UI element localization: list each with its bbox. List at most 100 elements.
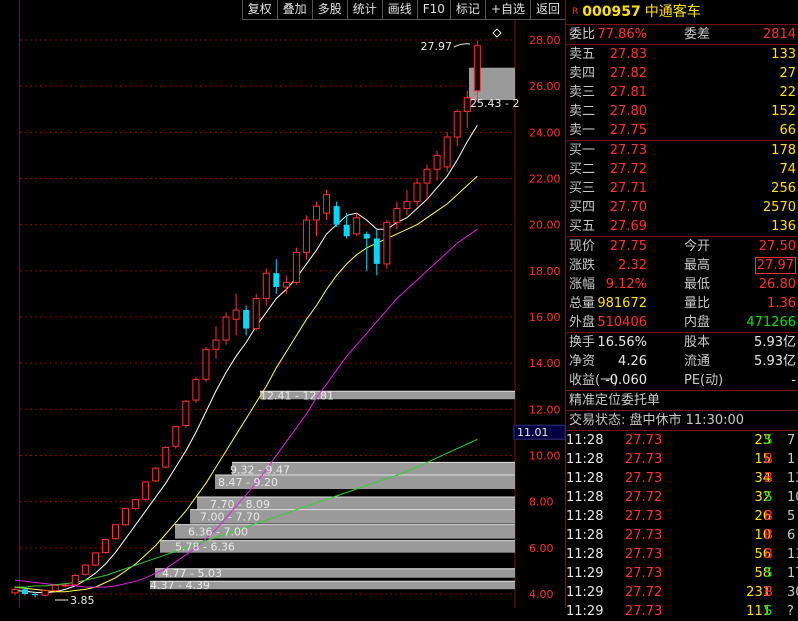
- ask-label: 卖四: [569, 66, 596, 81]
- y-tick-label: 20.00: [529, 219, 561, 232]
- candle-body: [51, 584, 59, 592]
- change-value: 2.32: [618, 258, 647, 273]
- tick-count: 5: [787, 509, 796, 524]
- statistics-button[interactable]: 统计: [346, 0, 382, 20]
- tick-row: 11:2827.7334B13: [566, 469, 798, 488]
- tick-time: 11:29: [566, 585, 604, 600]
- tick-row: 11:2827.7232S10: [566, 488, 798, 507]
- tick-time: 11:29: [566, 604, 604, 619]
- tick-row: 11:29 27.73 111 S?: [566, 602, 798, 621]
- candle-body: [101, 539, 109, 553]
- multi-stock-button[interactable]: 多股: [311, 0, 347, 20]
- price-stats: 现价 27.75 今开 27.50 涨跌 2.32 最高 27.97 涨幅 9.12% 最低 26…: [566, 237, 798, 333]
- tick-count: 17: [787, 566, 798, 581]
- draw-line-button[interactable]: 画线: [381, 0, 417, 20]
- tick-flag: B: [764, 547, 773, 562]
- ask-price: 27.83: [609, 47, 647, 62]
- low-value: 26.80: [758, 277, 796, 292]
- tick-time: 11:28: [566, 452, 604, 467]
- y-tick-label: 4.00: [529, 588, 554, 601]
- y-tick-label: 28.00: [529, 34, 561, 47]
- candle-body: [232, 309, 240, 320]
- change-label: 涨跌: [569, 258, 596, 273]
- y-tick-label: 10.00: [529, 450, 561, 463]
- bid-price: 27.72: [609, 162, 647, 177]
- candle-body: [41, 590, 49, 596]
- candle-body: [152, 467, 160, 482]
- tick-count: 13: [787, 471, 798, 486]
- tick-count: 7: [787, 433, 796, 448]
- ask-volume: 27: [779, 66, 796, 81]
- bid-row[interactable]: 买二 27.72 74: [566, 160, 798, 179]
- chart-toolbar: 复权 叠加 多股 统计 画线 F10 标记 +自选 返回: [241, 0, 565, 20]
- fuquan-button[interactable]: 复权: [241, 0, 277, 20]
- chart-canvas[interactable]: 28.00 26.00 24.00 22.00 20.00 18.00 16.00 14.00…: [0, 0, 565, 608]
- weicha-label: 委差: [684, 27, 711, 42]
- high-annotation: 27.97: [421, 40, 453, 53]
- kline-chart[interactable]: 复权 叠加 多股 统计 画线 F10 标记 +自选 返回 28.00 26.00 2…: [0, 0, 565, 608]
- bid-volume: 2570: [762, 200, 796, 215]
- tick-row: 11:28 27.73 26 B 5: [566, 507, 798, 526]
- ask-row[interactable]: 卖三 27.81 22: [566, 83, 798, 102]
- candle-body: [403, 201, 411, 210]
- y-tick-label: 26.00: [529, 80, 561, 93]
- candle-body: [252, 298, 260, 330]
- trade-status-label: 交易状态: 盘中休市 11:30:00: [569, 413, 745, 428]
- volume-label: 总量: [569, 296, 596, 311]
- candle-body: [323, 194, 331, 214]
- weicha-value: 2814: [762, 27, 796, 42]
- ask-row[interactable]: 卖四 27.82 27: [566, 64, 798, 83]
- tick-flag: B: [764, 585, 773, 600]
- candle-body: [192, 378, 200, 401]
- stats-row: 涨幅 9.12% 最低 26.80: [566, 275, 798, 294]
- ask-row[interactable]: 卖二 27.80 152: [566, 102, 798, 121]
- bid-row[interactable]: 买五 27.69 136: [566, 217, 798, 236]
- tick-count: 30: [787, 585, 798, 600]
- ask-price: 27.75: [609, 123, 647, 138]
- change-pct-value: 9.12%: [605, 277, 647, 292]
- mark-button[interactable]: 标记: [449, 0, 485, 20]
- tick-time: 11:28: [566, 509, 604, 524]
- ask-row[interactable]: 卖一 27.75 66: [566, 121, 798, 140]
- y-tick-label: 14.00: [529, 357, 561, 370]
- turnover-label: 换手: [569, 335, 596, 350]
- candle-body: [423, 168, 431, 184]
- candle-body: [222, 316, 230, 341]
- y-tick-label: 8.00: [529, 496, 554, 509]
- candle-body: [292, 251, 300, 283]
- precise-order-title[interactable]: 精准定位委托单: [566, 391, 798, 411]
- bid-row[interactable]: 买四 27.70 2570: [566, 198, 798, 217]
- float-value: 5.93亿: [754, 354, 796, 369]
- add-watchlist-button[interactable]: +自选: [484, 0, 530, 20]
- bid-row[interactable]: 买三 27.71 256: [566, 179, 798, 198]
- bid-row[interactable]: 买一 27.73 178: [566, 141, 798, 160]
- price-value: 27.75: [609, 239, 647, 254]
- ask-row[interactable]: 卖五 27.83 133: [566, 45, 798, 64]
- weibi-row: 委比 77.86% 委差 2814: [566, 25, 798, 45]
- back-button[interactable]: 返回: [529, 0, 565, 20]
- tick-list[interactable]: 11:28 27.73 23 S 7 11:28 27.73 15 B 1 11:28 27.73 34…: [566, 431, 798, 621]
- low-annotation: 3.85: [70, 594, 95, 607]
- tick-count: ?: [787, 604, 794, 619]
- candle-body: [61, 584, 69, 587]
- f10-button[interactable]: F10: [416, 0, 450, 20]
- volume-profile-label: 6.36 - 7.00: [188, 526, 248, 539]
- ask-price: 27.82: [609, 66, 647, 81]
- net-asset-value: 4.26: [618, 354, 647, 369]
- bid-label: 买二: [569, 162, 596, 177]
- stock-header: R 000957 中通客车: [566, 0, 798, 25]
- volume-ratio-value: 1.36: [767, 296, 796, 311]
- bid-label: 买三: [569, 181, 596, 196]
- tick-time: 11:28: [566, 471, 604, 486]
- candle-body: [333, 206, 340, 225]
- ask-volume: 152: [771, 104, 796, 119]
- overlay-button[interactable]: 叠加: [276, 0, 312, 20]
- stats-row: 总量 981672 量比 1.36: [566, 294, 798, 313]
- fund-row: 换手 16.56% 股本 5.93亿: [566, 333, 798, 352]
- bid-price: 27.70: [609, 200, 647, 215]
- candle-body: [343, 224, 350, 237]
- candle-body: [453, 111, 461, 138]
- diamond-icon: [492, 28, 502, 38]
- low-label: 最低: [684, 277, 711, 292]
- ask-volume: 22: [779, 85, 796, 100]
